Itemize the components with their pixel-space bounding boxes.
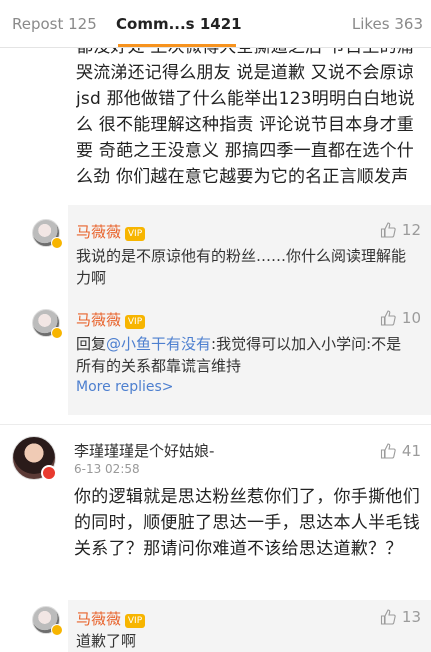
comment-text: 你的逻辑就是思达粉丝惹你们了，你手撕他们的同时，顺便脏了思达一手，思达本人半毛钱… [74, 487, 420, 559]
avatar[interactable] [32, 219, 63, 249]
like-count: 41 [401, 442, 421, 460]
comment-time: 6-13 02:58 [74, 462, 140, 476]
verified-badge-icon [51, 237, 63, 249]
divider [0, 424, 431, 425]
avatar[interactable] [32, 309, 63, 339]
reply-author-name[interactable]: 马薇薇 [76, 223, 121, 241]
main-comment-text: 都没好处 上次微博大全撕遁之后 节目上的痛哭流涕还记得么朋友 说是道歉 又说不会… [76, 48, 424, 204]
active-tab-indicator [118, 44, 236, 47]
more-replies-link[interactable]: More replies> [76, 379, 174, 395]
reply-text: 回复@小鱼干有没有:我觉得可以加入小学问:不是所有的关系都靠谎言维持 [76, 333, 416, 377]
reply-author[interactable]: 马薇薇 VIP [76, 309, 146, 330]
reply-thread: 马薇薇 VIP 13 道歉了啊 [32, 600, 431, 652]
thumb-up-icon [380, 609, 396, 625]
vip-badge-icon: VIP [125, 315, 146, 329]
like-button[interactable]: 13 [380, 608, 421, 626]
verified-badge-icon [51, 624, 63, 636]
reply-prefix: 回复 [76, 335, 107, 353]
reply-author[interactable]: 马薇薇 VIP [76, 608, 146, 629]
like-button[interactable]: 10 [380, 309, 421, 327]
main-comment-body: 都没好处 上次微博大全撕遁之后 节目上的痛哭流涕还记得么朋友 说是道歉 又说不会… [76, 48, 415, 187]
reply-text: 道歉了啊 [76, 632, 137, 650]
thumb-up-icon [380, 222, 396, 238]
mention-link[interactable]: @小鱼干有没有 [106, 335, 211, 353]
like-button[interactable]: 41 [380, 442, 421, 460]
tab-likes[interactable]: Likes 363 [352, 0, 423, 48]
comment-item: 李瑾瑾瑾是个好姑娘- 6-13 02:58 41 你的逻辑就是思达粉丝惹你们了，… [0, 428, 431, 598]
user-badge-icon [41, 465, 57, 481]
thumb-up-icon [380, 443, 396, 459]
comment-tab-bar: Repost 125 Comm...s 1421 Likes 363 [0, 0, 431, 48]
like-count: 12 [401, 221, 421, 239]
reply-author[interactable]: 马薇薇 VIP [76, 221, 146, 242]
avatar[interactable] [12, 436, 57, 481]
verified-badge-icon [51, 327, 63, 339]
vip-badge-icon: VIP [125, 614, 146, 628]
tab-comments[interactable]: Comm...s 1421 [116, 0, 242, 48]
tab-repost[interactable]: Repost 125 [12, 0, 97, 48]
like-count: 10 [401, 309, 421, 327]
thumb-up-icon [380, 310, 396, 326]
reply-author-name[interactable]: 马薇薇 [76, 610, 121, 628]
comment-author[interactable]: 李瑾瑾瑾是个好姑娘- [74, 440, 214, 461]
avatar[interactable] [32, 606, 63, 636]
reply-author-name[interactable]: 马薇薇 [76, 311, 121, 329]
reply-thread: 马薇薇 VIP 12 我说的是不原谅他有的粉丝……你什么阅读理解能力啊 马薇薇 VI… [32, 205, 431, 415]
like-button[interactable]: 12 [380, 221, 421, 239]
vip-badge-icon: VIP [125, 227, 146, 241]
like-count: 13 [401, 608, 421, 626]
reply-text: 我说的是不原谅他有的粉丝……你什么阅读理解能力啊 [76, 247, 407, 287]
